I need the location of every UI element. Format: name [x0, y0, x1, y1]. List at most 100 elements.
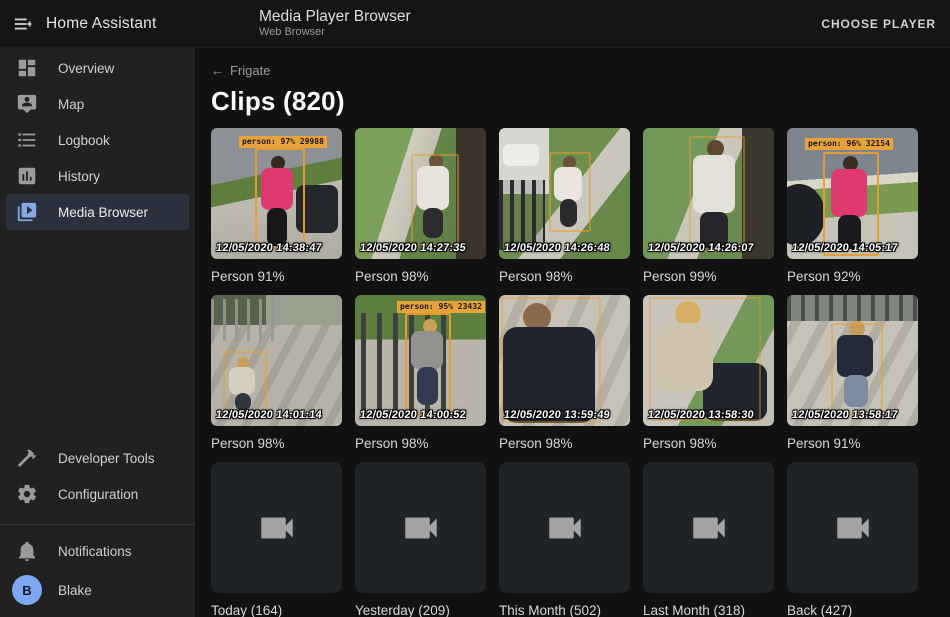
clip-caption: Person 98%: [643, 434, 774, 454]
video-camera-icon: [544, 507, 586, 549]
video-camera-icon: [832, 507, 874, 549]
folder-card[interactable]: [211, 462, 342, 593]
detection-bounding-box: [689, 136, 745, 252]
clip-thumbnail[interactable]: 12/05/2020 14:26:07: [643, 128, 774, 259]
video-camera-icon: [688, 507, 730, 549]
detection-label: person: 96% 32154: [805, 138, 893, 150]
clip-thumbnail[interactable]: 12/05/2020 13:59:49: [499, 295, 630, 426]
folder-card[interactable]: [643, 462, 774, 593]
breadcrumb-label: Frigate: [230, 63, 270, 78]
clip-thumbnail[interactable]: person: 97% 29988 12/05/2020 14:38:47: [211, 128, 342, 259]
sidebar-item-label: History: [58, 169, 100, 184]
home-assistant-app: Home Assistant Media Player Browser Web …: [0, 0, 950, 617]
view-dashboard-icon: [16, 57, 38, 79]
timestamp-overlay: 12/05/2020 14:38:47: [215, 242, 322, 254]
clip-caption: Person 98%: [499, 434, 630, 454]
scene-layer: [499, 180, 545, 250]
detection-label: person: 97% 29988: [239, 136, 327, 148]
clip-item[interactable]: 12/05/2020 13:58:30 Person 98%: [643, 295, 774, 454]
sidebar-item-logbook[interactable]: Logbook: [6, 122, 189, 158]
timestamp-overlay: 12/05/2020 14:26:48: [503, 242, 610, 254]
clip-thumbnail[interactable]: 12/05/2020 14:26:48: [499, 128, 630, 259]
clip-item[interactable]: 12/05/2020 14:26:07 Person 99%: [643, 128, 774, 287]
gear-icon: [16, 483, 38, 505]
clip-caption: Person 91%: [787, 434, 918, 454]
map-account-icon: [16, 93, 38, 115]
clip-thumbnail[interactable]: person: 96% 32154 12/05/2020 14:05:17: [787, 128, 918, 259]
sidebar-item-developer-tools[interactable]: Developer Tools: [6, 440, 189, 476]
page-title: Clips (820): [211, 86, 934, 117]
folder-caption: Last Month (318): [643, 601, 774, 617]
video-camera-icon: [256, 507, 298, 549]
scene-layer: [742, 128, 774, 259]
detection-bounding-box: [411, 154, 459, 246]
folder-card[interactable]: [355, 462, 486, 593]
sidebar-item-notifications[interactable]: Notifications: [6, 533, 189, 569]
clip-item[interactable]: person: 97% 29988 12/05/2020 14:38:47 Pe…: [211, 128, 342, 287]
sidebar: Overview Map Logbook History Med: [0, 48, 195, 617]
sidebar-item-configuration[interactable]: Configuration: [6, 476, 189, 512]
clip-caption: Person 98%: [211, 434, 342, 454]
folder-item[interactable]: This Month (502): [499, 462, 630, 617]
sidebar-item-history[interactable]: History: [6, 158, 189, 194]
folder-item[interactable]: Back (427): [787, 462, 918, 617]
timestamp-overlay: 12/05/2020 13:58:17: [791, 409, 898, 421]
scene-prop: [503, 144, 539, 166]
clip-item[interactable]: 12/05/2020 13:59:49 Person 98%: [499, 295, 630, 454]
hammer-icon: [16, 447, 38, 469]
sidebar-item-user[interactable]: B Blake: [6, 569, 189, 611]
detection-label: person: 95% 23432: [397, 301, 485, 313]
folder-item[interactable]: Today (164): [211, 462, 342, 617]
detection-bounding-box: [405, 313, 451, 415]
folder-item[interactable]: Yesterday (209): [355, 462, 486, 617]
sidebar-item-media-browser[interactable]: Media Browser: [6, 194, 189, 230]
clip-thumbnail[interactable]: 12/05/2020 13:58:30: [643, 295, 774, 426]
sidebar-item-label: Developer Tools: [58, 451, 155, 466]
clip-item[interactable]: 12/05/2020 13:58:17 Person 91%: [787, 295, 918, 454]
detection-bounding-box: [255, 148, 305, 250]
timestamp-overlay: 12/05/2020 14:01:14: [215, 409, 322, 421]
scene-layer: [787, 295, 918, 321]
folder-item[interactable]: Last Month (318): [643, 462, 774, 617]
folder-caption: Back (427): [787, 601, 918, 617]
timestamp-overlay: 12/05/2020 14:26:07: [647, 242, 754, 254]
folder-card[interactable]: [499, 462, 630, 593]
sidebar-toggle-button[interactable]: [0, 0, 46, 48]
app-header: Home Assistant Media Player Browser Web …: [0, 0, 950, 48]
clip-item[interactable]: 12/05/2020 14:27:35 Person 98%: [355, 128, 486, 287]
clip-caption: Person 92%: [787, 267, 918, 287]
media-browser-content: Frigate Clips (820) person: 97% 29988 12…: [195, 48, 950, 617]
media-grid: person: 97% 29988 12/05/2020 14:38:47 Pe…: [211, 128, 934, 617]
detection-bounding-box: [831, 323, 883, 415]
folder-caption: Today (164): [211, 601, 342, 617]
clip-item[interactable]: 12/05/2020 14:26:48 Person 98%: [499, 128, 630, 287]
clip-item[interactable]: 12/05/2020 14:01:14 Person 98%: [211, 295, 342, 454]
scene-prop: [787, 184, 825, 246]
choose-player-button[interactable]: CHOOSE PLAYER: [821, 17, 936, 31]
clip-thumbnail[interactable]: 12/05/2020 14:27:35: [355, 128, 486, 259]
clip-caption: Person 98%: [355, 267, 486, 287]
sidebar-item-label: Configuration: [58, 487, 138, 502]
sidebar-header: Home Assistant: [0, 0, 195, 48]
sidebar-item-overview[interactable]: Overview: [6, 50, 189, 86]
scene-layer: [211, 299, 283, 341]
clip-caption: Person 98%: [355, 434, 486, 454]
folder-caption: Yesterday (209): [355, 601, 486, 617]
detection-bounding-box: [649, 297, 761, 421]
clip-item[interactable]: person: 96% 32154 12/05/2020 14:05:17 Pe…: [787, 128, 918, 287]
sidebar-item-map[interactable]: Map: [6, 86, 189, 122]
clip-thumbnail[interactable]: person: 95% 23432 12/05/2020 14:00:52: [355, 295, 486, 426]
clip-thumbnail[interactable]: 12/05/2020 14:01:14: [211, 295, 342, 426]
clip-thumbnail[interactable]: 12/05/2020 13:58:17: [787, 295, 918, 426]
media-player-subtitle: Web Browser: [259, 26, 411, 39]
page-header-titles: Media Player Browser Web Browser: [259, 8, 411, 39]
toolbar: Media Player Browser Web Browser CHOOSE …: [195, 8, 950, 39]
sidebar-item-label: Notifications: [58, 544, 132, 559]
timestamp-overlay: 12/05/2020 14:27:35: [359, 242, 466, 254]
detection-bounding-box: [501, 297, 601, 423]
bell-icon: [16, 540, 38, 562]
breadcrumb-back[interactable]: Frigate: [211, 63, 270, 78]
sidebar-item-label: Map: [58, 97, 84, 112]
folder-card[interactable]: [787, 462, 918, 593]
clip-item[interactable]: person: 95% 23432 12/05/2020 14:00:52 Pe…: [355, 295, 486, 454]
